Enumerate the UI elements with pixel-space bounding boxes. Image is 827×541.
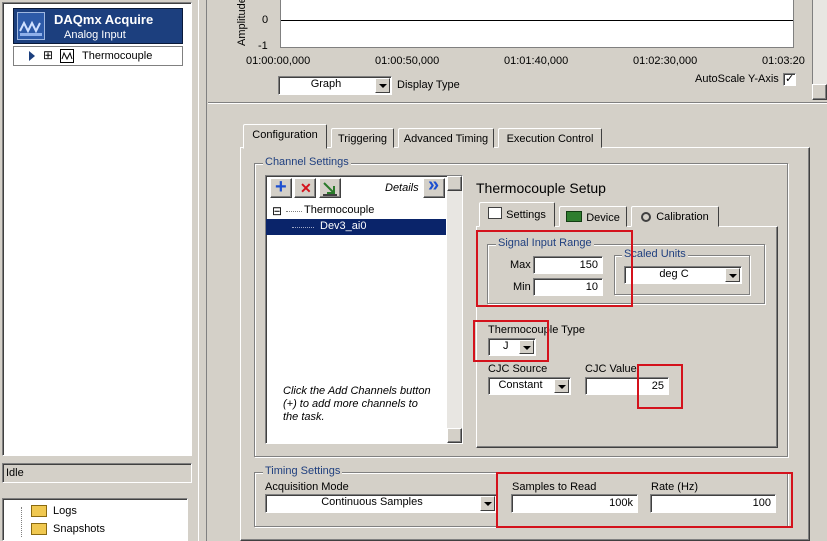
settings-icon [488, 207, 503, 219]
logs-item[interactable]: Logs [53, 505, 77, 517]
x-tick: 01:03:20 [762, 55, 805, 67]
wrench-icon [641, 212, 652, 222]
y-tick-minus1: -1 [258, 40, 268, 52]
setup-title: Thermocouple Setup [476, 180, 606, 196]
display-type-dropdown[interactable]: Graph [278, 76, 392, 95]
channel-label[interactable]: Dev3_ai0 [320, 220, 366, 232]
tree-child-label: Thermocouple [82, 50, 153, 62]
details-label: Details [385, 182, 419, 194]
step-subtitle: Analog Input [64, 29, 126, 41]
autoscale-checkbox[interactable]: ✓ [783, 73, 796, 86]
tree-parent-label[interactable]: Thermocouple [304, 204, 374, 216]
subtab-calibration[interactable]: Calibration [631, 206, 719, 227]
bottom-tree: Logs Snapshots [2, 498, 188, 541]
x-icon: ✕ [300, 180, 312, 196]
chevron-down-icon[interactable] [375, 78, 390, 93]
snapshots-item[interactable]: Snapshots [53, 523, 105, 535]
device-icon [566, 211, 583, 222]
scaled-units-dropdown[interactable]: deg C [624, 266, 742, 284]
scroll-down-button[interactable] [812, 84, 827, 100]
subtab-device[interactable]: Device [559, 206, 627, 227]
remove-channel-button[interactable]: ✕ [294, 178, 316, 198]
subtab-settings[interactable]: Settings [479, 202, 555, 227]
x-tick: 01:02:30,000 [633, 55, 698, 67]
zero-line [281, 20, 793, 21]
scroll-down-button[interactable] [447, 428, 462, 443]
highlight-box [476, 230, 633, 307]
display-type-label: Display Type [397, 79, 460, 91]
hint-text: Click the Add Channels button (+) to add… [283, 385, 431, 423]
arrow-down-right-icon [323, 182, 337, 196]
status-text: Idle [6, 467, 24, 479]
channel-settings-title: Channel Settings [263, 156, 351, 168]
x-tick: 01:00:50,000 [375, 55, 440, 67]
tab-execution-control[interactable]: Execution Control [498, 128, 602, 148]
daqmx-acquire-step[interactable]: DAQmx Acquire Analog Input [13, 8, 183, 44]
tab-triggering[interactable]: Triggering [331, 128, 394, 148]
timing-settings-title: Timing Settings [263, 465, 343, 477]
play-arrow-icon [29, 51, 35, 61]
y-axis-label: Amplitude [236, 0, 248, 46]
daqmx-icon [17, 12, 45, 40]
tree-dotted-line [286, 211, 302, 212]
step-title: DAQmx Acquire [54, 12, 154, 27]
divider [208, 102, 827, 104]
tree-line [21, 507, 22, 537]
tree-child-row[interactable]: ⊞ Thermocouple [13, 46, 183, 66]
tree-dotted-line [292, 227, 314, 228]
tab-configuration[interactable]: Configuration [243, 124, 327, 149]
channel-list-scrollbar[interactable] [447, 176, 462, 443]
double-chevron-icon: » [428, 174, 440, 196]
highlight-box [637, 364, 683, 409]
highlight-box [496, 472, 793, 528]
highlight-box [473, 320, 549, 362]
step-tree-panel [2, 2, 192, 456]
scroll-up-button[interactable] [447, 176, 462, 191]
x-tick: 01:00:00,000 [246, 55, 311, 67]
expand-icon[interactable]: ⊞ [43, 48, 53, 62]
folder-icon [31, 523, 47, 535]
chevron-down-icon[interactable] [480, 496, 495, 511]
graph-plot-area [280, 0, 794, 48]
acquisition-mode-label: Acquisition Mode [265, 481, 349, 493]
details-button[interactable]: » [423, 174, 445, 198]
tab-advanced-timing[interactable]: Advanced Timing [398, 128, 494, 148]
plus-icon: + [275, 176, 287, 198]
cjc-value-label: CJC Value [585, 363, 637, 375]
collapse-icon[interactable]: ⊟ [272, 204, 282, 218]
chevron-down-icon[interactable] [725, 268, 740, 282]
add-channel-button[interactable]: + [270, 176, 292, 198]
y-tick-0: 0 [262, 14, 269, 26]
acquisition-mode-dropdown[interactable]: Continuous Samples [265, 494, 497, 513]
folder-icon [31, 505, 47, 517]
x-tick: 01:01:40,000 [504, 55, 569, 67]
cjc-source-label: CJC Source [488, 363, 548, 375]
status-bar: Idle [2, 463, 192, 483]
splitter[interactable] [198, 0, 207, 541]
channel-tool-button[interactable] [319, 178, 341, 198]
autoscale-label: AutoScale Y-Axis [695, 73, 779, 85]
thermocouple-icon [60, 49, 74, 63]
chevron-down-icon[interactable] [554, 379, 569, 393]
cjc-source-dropdown[interactable]: Constant [488, 377, 571, 395]
